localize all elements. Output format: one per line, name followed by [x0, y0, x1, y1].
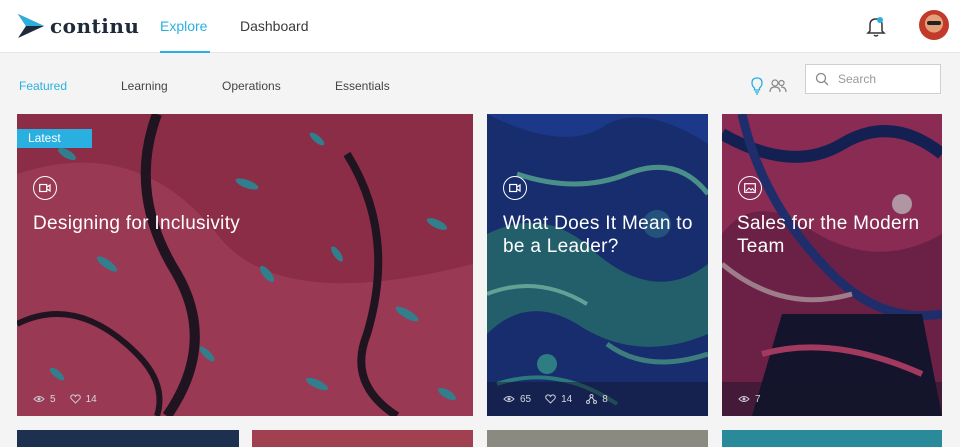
card-title: Designing for Inclusivity: [33, 213, 241, 234]
subnav-operations[interactable]: Operations: [222, 79, 281, 93]
card-stats: 7: [722, 382, 942, 416]
logo[interactable]: continu: [18, 14, 139, 38]
views-stat: 65: [503, 394, 531, 405]
latest-badge: Latest: [17, 129, 92, 148]
content-card[interactable]: Sales for the Modern Team 7: [722, 114, 942, 416]
image-icon: [738, 176, 762, 200]
likes-stat[interactable]: 14: [69, 393, 97, 405]
card-stats: 65 14 8: [487, 382, 708, 416]
shares-count: 8: [602, 393, 608, 405]
content-card[interactable]: What Does It Mean to be a Leader? 65 14 …: [487, 114, 708, 416]
tab-dashboard[interactable]: Dashboard: [240, 18, 309, 34]
card-title: Sales for the Modern Team: [737, 213, 920, 257]
eye-icon: [503, 396, 515, 402]
tab-explore[interactable]: Explore: [160, 18, 207, 34]
views-count: 7: [755, 393, 761, 405]
likes-count: 14: [85, 393, 97, 405]
subnav-learning[interactable]: Learning: [121, 79, 168, 93]
card-overlay: [722, 114, 942, 416]
bell-icon[interactable]: [866, 16, 886, 38]
content-card-partial[interactable]: [17, 430, 239, 447]
search-input[interactable]: [838, 72, 938, 86]
heart-icon: [545, 394, 556, 404]
subnav-featured[interactable]: Featured: [19, 79, 67, 93]
eye-icon: [33, 396, 45, 402]
views-count: 5: [50, 393, 56, 405]
content-card-partial[interactable]: [487, 430, 708, 447]
likes-stat[interactable]: 14: [545, 394, 572, 405]
content-card-partial[interactable]: [722, 430, 942, 447]
video-icon: [33, 176, 57, 200]
card-title: What Does It Mean to be a Leader?: [503, 213, 693, 257]
subnav-essentials[interactable]: Essentials: [335, 79, 390, 93]
eye-icon: [738, 396, 750, 402]
heart-icon: [69, 394, 81, 404]
views-stat: 7: [738, 394, 761, 405]
active-tab-indicator: [160, 51, 210, 53]
lightbulb-icon[interactable]: [750, 77, 764, 95]
views-stat: 5: [33, 394, 56, 405]
content-card[interactable]: Latest Designing for Inclusivity 5 14: [17, 114, 473, 416]
likes-count: 14: [561, 393, 573, 405]
share-icon: [586, 394, 598, 404]
people-icon[interactable]: [769, 79, 787, 93]
card-stats: 5 14: [17, 382, 473, 416]
card-overlay: [17, 114, 473, 416]
logo-mark-icon: [18, 14, 44, 38]
content-card-partial[interactable]: [252, 430, 473, 447]
card-overlay: [487, 114, 708, 416]
search-icon: [815, 72, 829, 86]
views-count: 65: [520, 393, 532, 405]
search-box[interactable]: [805, 64, 941, 94]
avatar[interactable]: [919, 10, 949, 40]
top-bar: continu Explore Dashboard: [0, 0, 960, 53]
video-icon: [503, 176, 527, 200]
logo-text: continu: [50, 14, 140, 38]
shares-stat[interactable]: 8: [586, 394, 608, 405]
